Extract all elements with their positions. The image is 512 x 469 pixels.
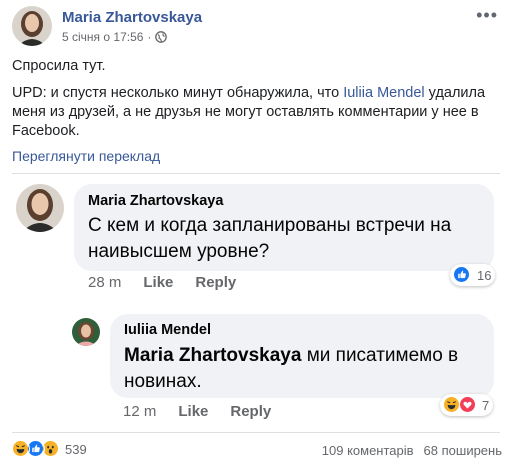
like-button[interactable]: Like — [178, 403, 208, 420]
more-options-button[interactable]: ••• — [476, 6, 498, 24]
reply-text: Maria Zhartovskaya ми писатимемо в новин… — [124, 343, 484, 395]
reply-button[interactable]: Reply — [230, 403, 271, 420]
post-text-update: UPD: и спустя несколько минут обнаружила… — [12, 84, 496, 141]
reply-bubble: Iuliia Mendel Maria Zhartovskaya ми писа… — [110, 314, 494, 398]
comment-reaction-count: 16 — [477, 267, 492, 283]
post-reactions[interactable]: 539 — [12, 440, 87, 458]
like-button[interactable]: Like — [143, 274, 173, 291]
haha-icon — [12, 440, 30, 458]
reply-reaction-count: 7 — [482, 397, 490, 413]
avatar[interactable] — [12, 6, 52, 46]
comment-reactions[interactable]: 16 — [450, 264, 496, 286]
post-meta: 5 січня о 17:56 · — [62, 30, 168, 44]
reply-avatar[interactable] — [72, 318, 100, 346]
comment-bubble: Maria Zhartovskaya С кем и когда заплани… — [74, 184, 494, 271]
post-body: Спросила тут. UPD: и спустя несколько ми… — [12, 57, 496, 149]
reply-mention-link[interactable]: Maria Zhartovskaya — [124, 345, 301, 366]
see-translation-link[interactable]: Переглянути переклад — [12, 148, 160, 164]
post-header: Maria Zhartovskaya 5 січня о 17:56 · ••• — [10, 6, 502, 50]
post-reaction-count: 539 — [65, 441, 87, 457]
post-text-line: Спросила тут. — [12, 58, 106, 74]
meta-separator: · — [147, 30, 152, 44]
post-author-link[interactable]: Maria Zhartovskaya — [62, 9, 202, 26]
comment-author-link[interactable]: Maria Zhartovskaya — [88, 193, 223, 209]
reply-reactions[interactable]: 7 — [440, 394, 494, 416]
reply-author-link[interactable]: Iuliia Mendel — [124, 322, 211, 338]
reply-actions: 12 m Like Reply — [123, 403, 271, 420]
commenter-avatar[interactable] — [16, 184, 64, 232]
like-icon — [453, 266, 471, 284]
comments-count-link[interactable]: 109 коментарів — [322, 443, 414, 458]
love-icon — [459, 396, 477, 414]
reply-button[interactable]: Reply — [195, 274, 236, 291]
comment-actions: 28 m Like Reply — [88, 274, 236, 291]
post-stats: 109 коментарів 68 поширень — [322, 443, 502, 458]
post-footer: 539 109 коментарів 68 поширень — [12, 440, 502, 462]
divider — [12, 173, 500, 174]
post-text-update-start: UPD: и спустя несколько минут обнаружила… — [12, 85, 344, 101]
divider — [12, 432, 500, 433]
shares-count-link[interactable]: 68 поширень — [424, 443, 502, 458]
comment-time[interactable]: 28 m — [88, 274, 121, 291]
post-timestamp[interactable]: 5 січня о 17:56 — [62, 30, 143, 44]
mention-link[interactable]: Iuliia Mendel — [343, 85, 424, 101]
comment-text: С кем и когда запланированы встречи на н… — [88, 215, 452, 262]
globe-icon — [155, 31, 168, 43]
reply-time[interactable]: 12 m — [123, 403, 156, 420]
